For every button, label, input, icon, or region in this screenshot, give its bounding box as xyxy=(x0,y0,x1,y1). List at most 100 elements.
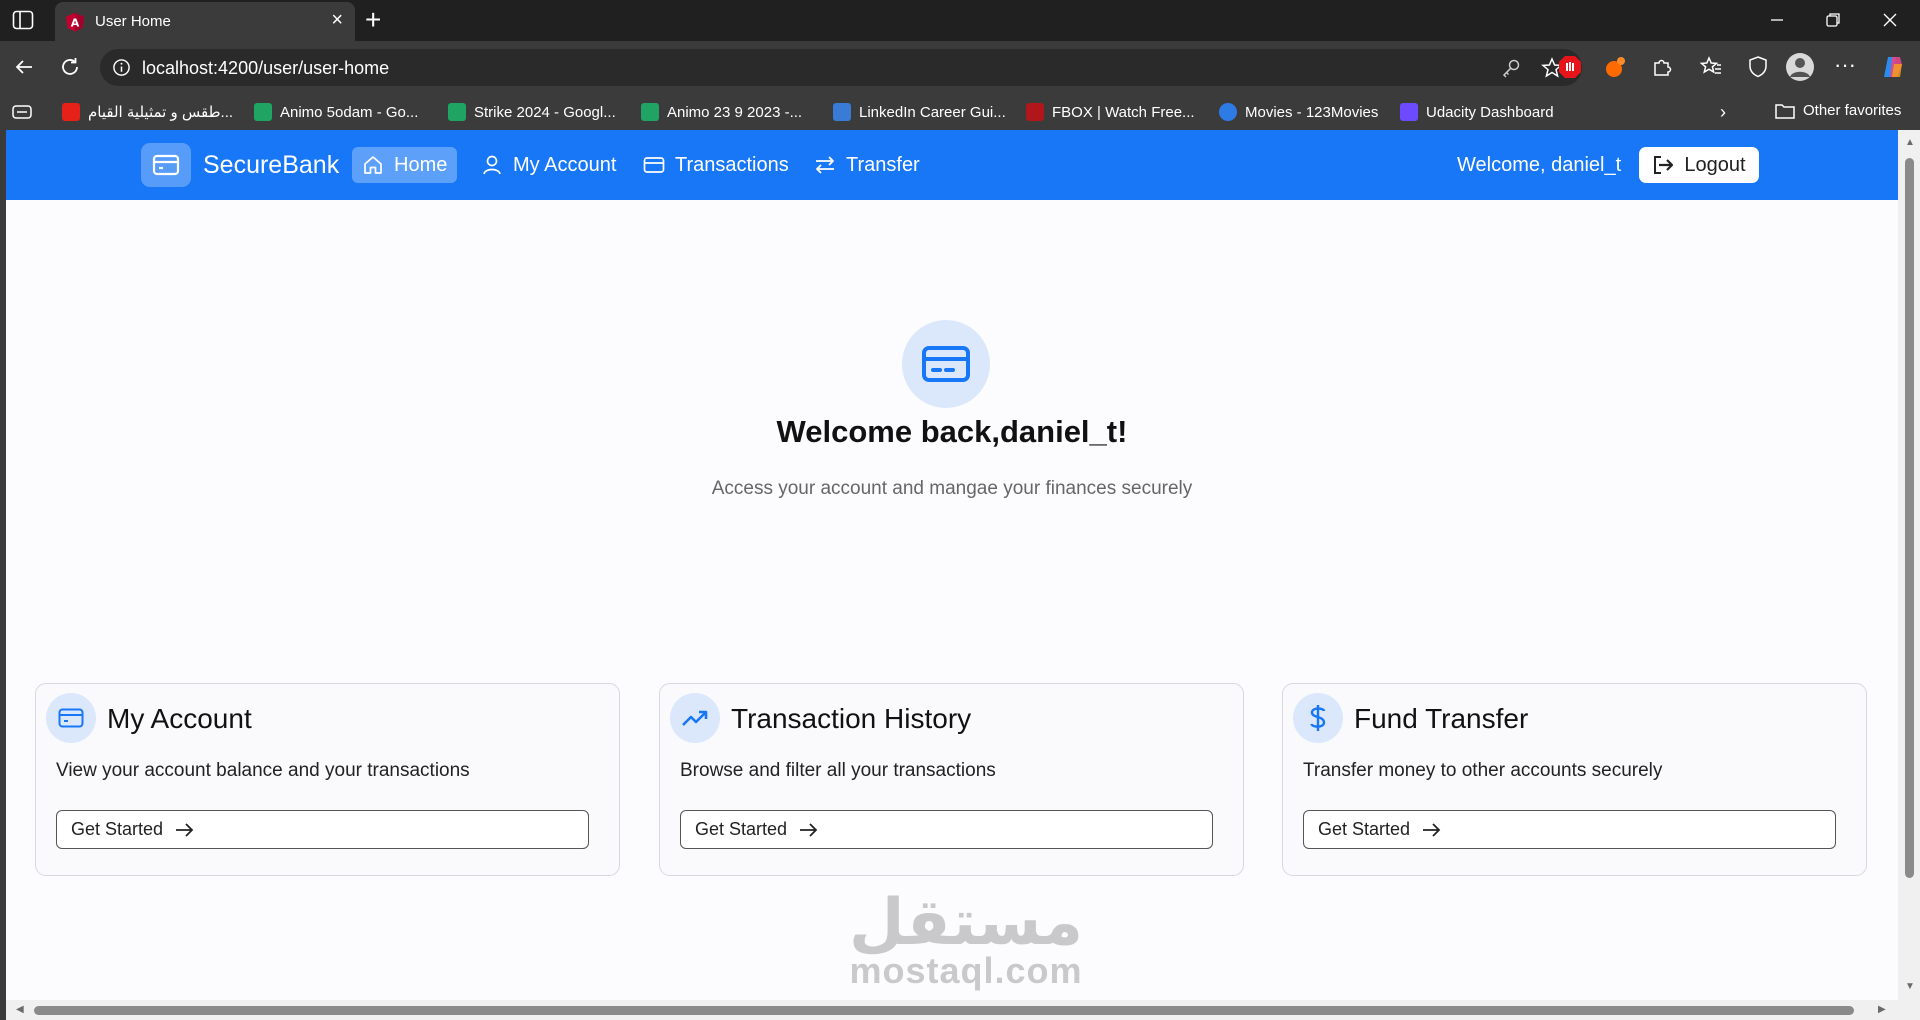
more-menu-icon[interactable]: ··· xyxy=(1834,54,1860,80)
nav-home-label: Home xyxy=(394,153,448,176)
sidebar-toggle-icon[interactable] xyxy=(12,10,34,30)
logout-label: Logout xyxy=(1684,153,1746,176)
play-icon xyxy=(1219,103,1237,121)
password-key-icon[interactable] xyxy=(1500,57,1522,79)
arrow-right-icon xyxy=(176,822,194,837)
svg-text:A: A xyxy=(71,17,80,30)
bookmark-label: FBOX | Watch Free... xyxy=(1052,103,1195,121)
page-viewport: SecureBank Home My Account Transactions xyxy=(0,130,1920,1020)
reading-list-icon[interactable] xyxy=(12,104,34,120)
angular-icon: A xyxy=(66,13,84,32)
card-fund-transfer: Fund Transfer Transfer money to other ac… xyxy=(1282,683,1867,876)
card-title: Fund Transfer xyxy=(1354,703,1529,734)
button-label: Get Started xyxy=(695,819,788,839)
other-favorites-label: Other favorites xyxy=(1803,102,1902,119)
minimize-icon[interactable] xyxy=(1765,8,1789,32)
orange-extension-icon[interactable] xyxy=(1603,54,1629,80)
page-subtitle: Access your account and mangae your fina… xyxy=(711,478,1193,499)
reload-icon[interactable] xyxy=(58,55,82,79)
nav-transactions-label: Transactions xyxy=(675,153,789,176)
brand-name: SecureBank xyxy=(203,150,340,179)
bookmark-label: Animo 5odam - Go... xyxy=(280,103,419,121)
address-bar[interactable]: localhost:4200/user/user-home xyxy=(100,49,1582,86)
home-icon xyxy=(364,156,382,174)
dollar-icon xyxy=(1293,693,1343,743)
bookmark-label: Animo 23 9 2023 -... xyxy=(667,103,803,121)
get-started-button[interactable]: Get Started xyxy=(56,810,589,849)
bookmark-item[interactable]: Udacity Dashboard xyxy=(1400,102,1554,122)
close-tab-icon[interactable]: × xyxy=(331,10,343,30)
scroll-right-icon[interactable]: ▶ xyxy=(1878,1005,1886,1015)
sheets-icon xyxy=(641,103,659,121)
card-description: View your account balance and your trans… xyxy=(56,760,470,781)
nav-transactions[interactable]: Transactions xyxy=(633,147,799,183)
nav-account-label: My Account xyxy=(513,153,617,176)
logout-icon xyxy=(1654,156,1674,174)
other-favorites[interactable]: Other favorites xyxy=(1775,102,1901,119)
vertical-scroll-thumb[interactable] xyxy=(1905,158,1914,878)
horizontal-scrollbar[interactable]: ◀ ▶ xyxy=(6,1000,1920,1020)
bookmark-item[interactable]: LinkedIn Career Gui... xyxy=(833,102,1006,122)
extensions-puzzle-icon[interactable] xyxy=(1649,54,1675,80)
fbox-icon xyxy=(1026,103,1044,121)
browser-tab[interactable]: A User Home × xyxy=(55,2,355,41)
scroll-up-icon[interactable]: ▲ xyxy=(1905,138,1915,148)
new-tab-icon[interactable]: + xyxy=(365,4,381,36)
shield-icon[interactable] xyxy=(1745,54,1771,80)
logout-button[interactable]: Logout xyxy=(1639,147,1759,183)
watermark-latin: mostaql.com xyxy=(849,950,1083,991)
sheets-icon xyxy=(254,103,272,121)
bookmark-item[interactable]: Animo 23 9 2023 -... xyxy=(641,102,802,122)
watermark-arabic: مستقل xyxy=(848,886,1084,958)
close-window-icon[interactable] xyxy=(1878,8,1902,32)
profile-avatar[interactable] xyxy=(1785,52,1815,82)
bookmarks-bar: طقس و تمثيلية القيام... Animo 5odam - Go… xyxy=(0,94,1920,130)
back-arrow-icon[interactable] xyxy=(12,55,36,79)
bookmark-label: طقس و تمثيلية القيام... xyxy=(88,104,234,121)
trending-up-icon xyxy=(670,693,720,743)
bookmark-label: LinkedIn Career Gui... xyxy=(859,103,1006,121)
card-description: Browse and filter all your transactions xyxy=(680,760,996,781)
page-title: Welcome back,daniel_t! xyxy=(776,414,1128,449)
get-started-button[interactable]: Get Started xyxy=(1303,810,1836,849)
bookmark-item[interactable]: Movies - 123Movies xyxy=(1219,102,1378,122)
bookmark-item[interactable]: FBOX | Watch Free... xyxy=(1026,102,1195,122)
nav-home[interactable]: Home xyxy=(352,147,458,183)
nav-transfer[interactable]: Transfer xyxy=(804,147,930,183)
welcome-user-text: Welcome, daniel_t xyxy=(1457,154,1622,176)
restore-icon[interactable] xyxy=(1821,8,1845,32)
card-transaction-history: Transaction History Browse and filter al… xyxy=(659,683,1244,876)
card-title: Transaction History xyxy=(731,703,972,734)
credit-card-icon xyxy=(141,143,191,187)
credit-card-icon xyxy=(46,693,96,743)
bookmark-item[interactable]: طقس و تمثيلية القيام... xyxy=(62,102,233,122)
browser-tab-bar: A User Home × + xyxy=(0,0,1920,41)
get-started-button[interactable]: Get Started xyxy=(680,810,1213,849)
horizontal-scroll-thumb[interactable] xyxy=(34,1006,1854,1015)
vertical-scrollbar[interactable]: ▲ ▼ xyxy=(1898,130,1920,1000)
site-info-icon[interactable] xyxy=(112,58,131,77)
url-text[interactable]: localhost:4200/user/user-home xyxy=(142,58,389,79)
button-label: Get Started xyxy=(71,819,164,839)
adblock-extension-icon[interactable] xyxy=(1557,54,1583,80)
favorites-icon[interactable] xyxy=(1698,54,1724,80)
copilot-icon[interactable] xyxy=(1880,54,1906,80)
chevron-right-icon[interactable]: › xyxy=(1720,102,1726,123)
scroll-down-icon[interactable]: ▼ xyxy=(1905,982,1915,992)
swap-arrows-icon xyxy=(816,156,834,174)
tab-title: User Home xyxy=(95,13,171,30)
bookmark-label: Udacity Dashboard xyxy=(1426,103,1554,121)
youtube-icon xyxy=(62,103,80,121)
bookmark-label: Movies - 123Movies xyxy=(1245,103,1379,121)
bookmark-item[interactable]: Strike 2024 - Googl... xyxy=(448,102,616,122)
nav-my-account[interactable]: My Account xyxy=(471,147,626,183)
arrow-right-icon xyxy=(800,822,818,837)
watermark: مستقل mostaql.com xyxy=(846,886,1086,991)
credit-card-icon xyxy=(902,320,990,408)
bookmark-item[interactable]: Animo 5odam - Go... xyxy=(254,102,418,122)
brand[interactable]: SecureBank xyxy=(141,143,339,187)
folder-icon xyxy=(1775,103,1795,119)
app-navbar: SecureBank Home My Account Transactions xyxy=(6,130,1898,200)
card-title: My Account xyxy=(107,703,252,734)
scroll-left-icon[interactable]: ◀ xyxy=(16,1005,24,1015)
